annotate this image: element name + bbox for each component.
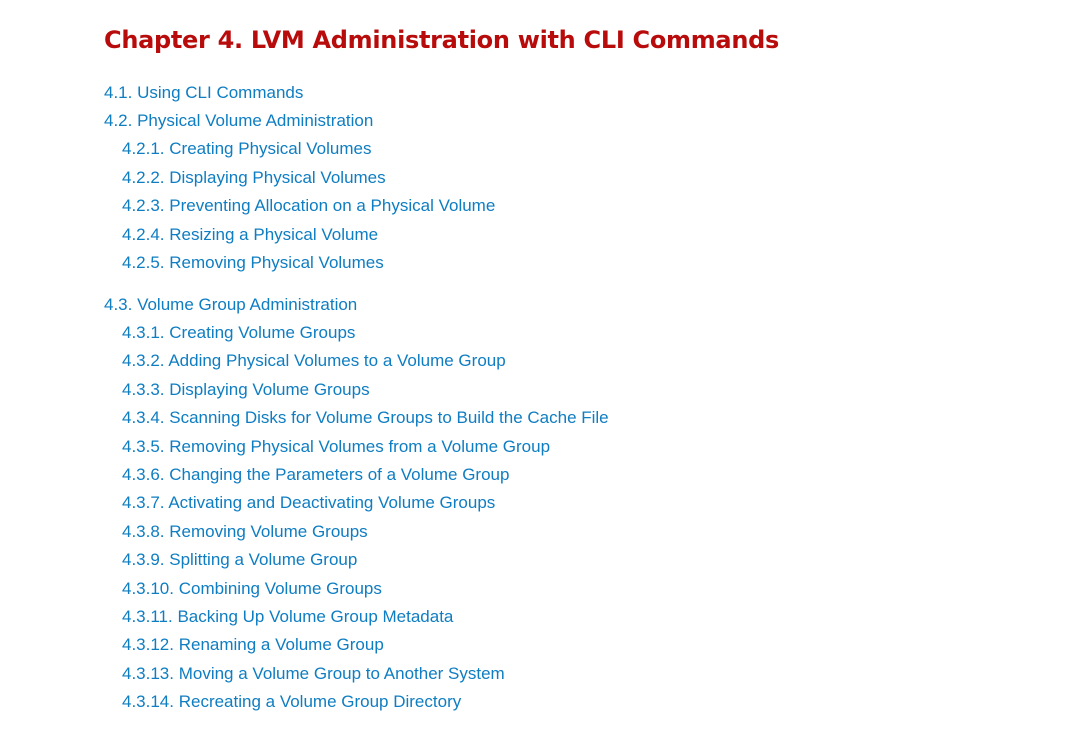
toc-link-4-3-8[interactable]: 4.3.8. Removing Volume Groups bbox=[122, 521, 368, 543]
toc-link-4-3-11[interactable]: 4.3.11. Backing Up Volume Group Metadata bbox=[122, 606, 453, 628]
toc-link-4-3-10[interactable]: 4.3.10. Combining Volume Groups bbox=[122, 578, 382, 600]
toc-link-4-2-5[interactable]: 4.2.5. Removing Physical Volumes bbox=[122, 252, 384, 274]
toc-link-4-3-12[interactable]: 4.3.12. Renaming a Volume Group bbox=[122, 634, 384, 656]
toc-link-4-3-14[interactable]: 4.3.14. Recreating a Volume Group Direct… bbox=[122, 691, 461, 713]
toc-link-4-3-9[interactable]: 4.3.9. Splitting a Volume Group bbox=[122, 549, 357, 571]
table-of-contents: 4.1. Using CLI Commands 4.2. Physical Vo… bbox=[0, 0, 1073, 730]
toc-link-4-3-1[interactable]: 4.3.1. Creating Volume Groups bbox=[122, 322, 355, 344]
toc-link-4-2-1[interactable]: 4.2.1. Creating Physical Volumes bbox=[122, 138, 371, 160]
toc-link-4-3-6[interactable]: 4.3.6. Changing the Parameters of a Volu… bbox=[122, 464, 509, 486]
toc-link-4-3-13[interactable]: 4.3.13. Moving a Volume Group to Another… bbox=[122, 663, 505, 685]
toc-link-4-3[interactable]: 4.3. Volume Group Administration bbox=[104, 294, 357, 316]
toc-link-4-2[interactable]: 4.2. Physical Volume Administration bbox=[104, 110, 373, 132]
toc-link-4-2-2[interactable]: 4.2.2. Displaying Physical Volumes bbox=[122, 167, 386, 189]
toc-link-4-3-5[interactable]: 4.3.5. Removing Physical Volumes from a … bbox=[122, 436, 550, 458]
toc-link-4-3-2[interactable]: 4.3.2. Adding Physical Volumes to a Volu… bbox=[122, 350, 506, 372]
toc-link-4-3-7[interactable]: 4.3.7. Activating and Deactivating Volum… bbox=[122, 492, 495, 514]
toc-link-4-2-3[interactable]: 4.2.3. Preventing Allocation on a Physic… bbox=[122, 195, 495, 217]
toc-link-4-3-3[interactable]: 4.3.3. Displaying Volume Groups bbox=[122, 379, 370, 401]
toc-link-4-2-4[interactable]: 4.2.4. Resizing a Physical Volume bbox=[122, 224, 378, 246]
toc-link-4-1[interactable]: 4.1. Using CLI Commands bbox=[104, 82, 303, 104]
toc-link-4-3-4[interactable]: 4.3.4. Scanning Disks for Volume Groups … bbox=[122, 407, 609, 429]
